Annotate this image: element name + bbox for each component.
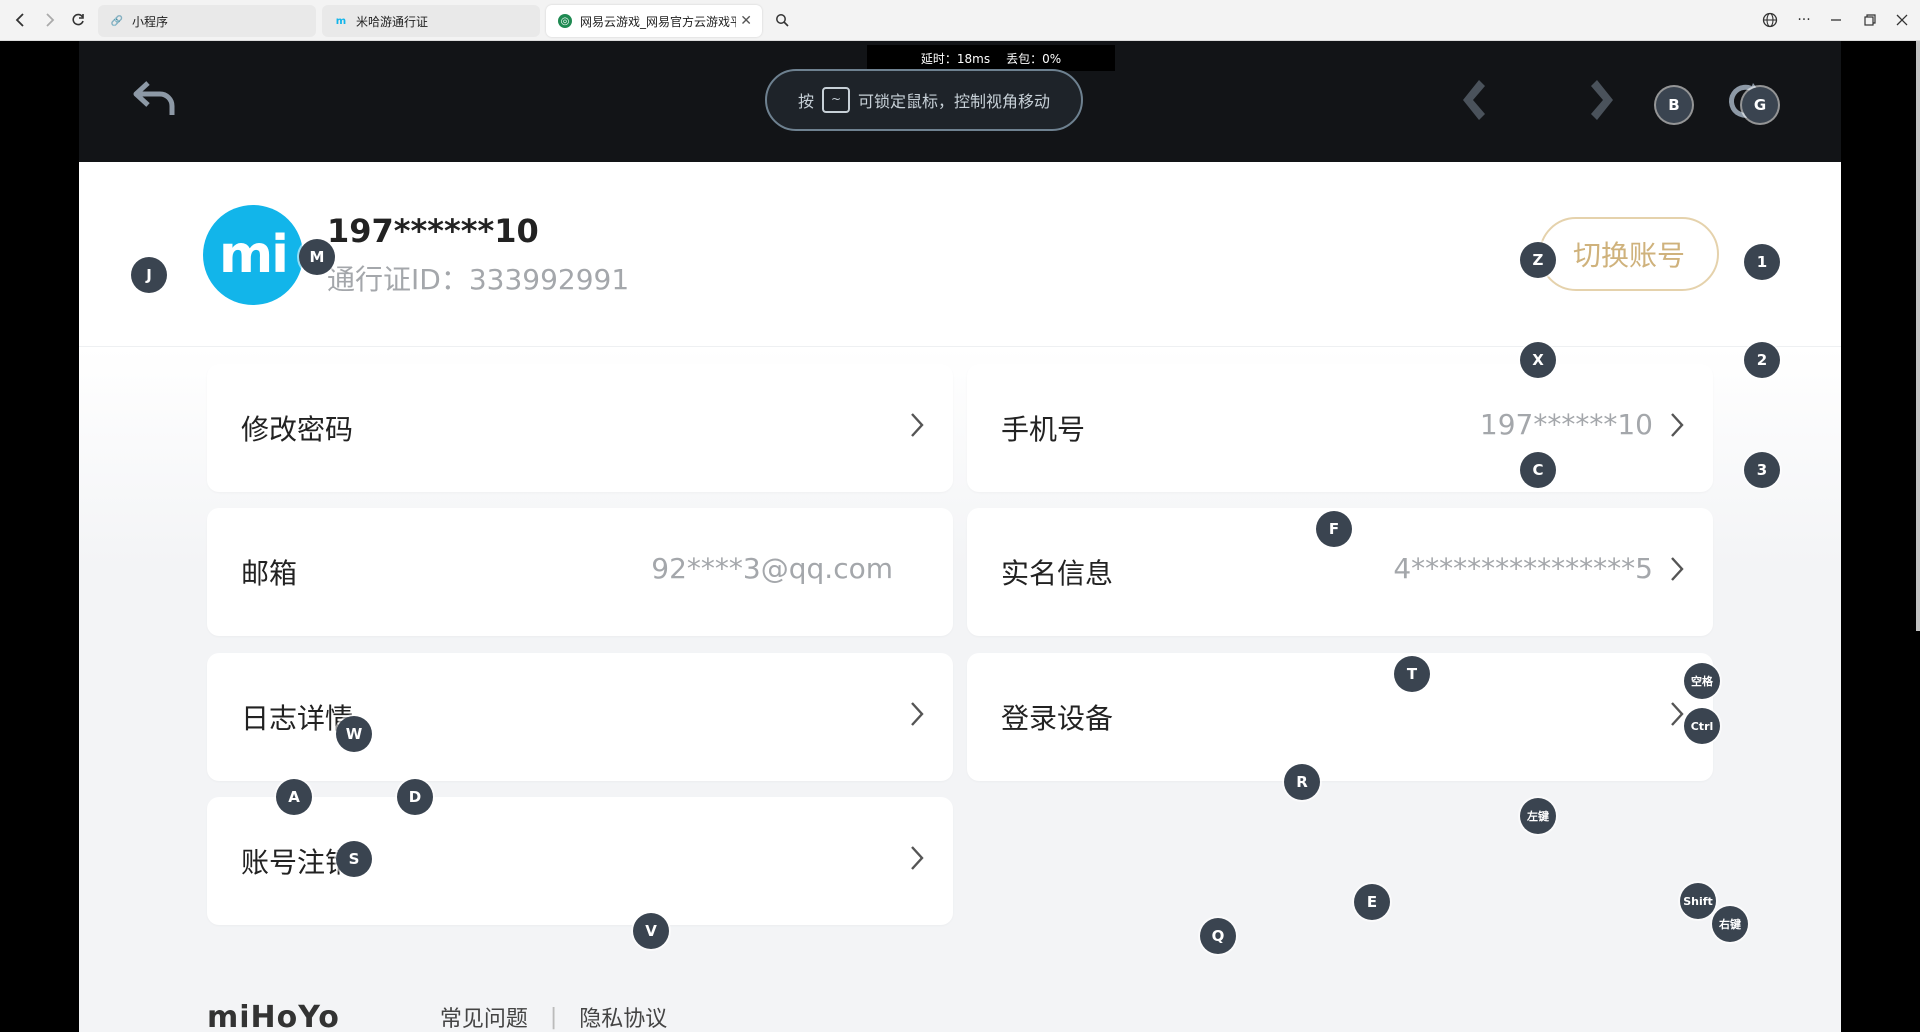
chevron-right-icon — [909, 699, 925, 729]
key-bubble-j[interactable]: J — [131, 257, 167, 293]
packet-loss-label: 丢包：0% — [1006, 51, 1062, 66]
close-tab-icon[interactable]: ✕ — [740, 13, 752, 29]
network-stats: 延时：18ms 丢包：0% — [867, 45, 1115, 71]
key-bubble-1[interactable]: 1 — [1744, 244, 1780, 280]
card-label: 实名信息 — [1001, 557, 1114, 590]
key-bubble-space[interactable]: 空格 — [1684, 663, 1720, 699]
card-value: 197******10 — [1479, 408, 1653, 441]
settings-list: 修改密码 手机号 197******10 邮箱 92****3@qq.com 实… — [79, 347, 1841, 1032]
minimize-icon[interactable] — [1822, 8, 1850, 32]
key-bubble-shift[interactable]: Shift — [1680, 883, 1716, 919]
email-card[interactable]: 邮箱 92****3@qq.com — [207, 508, 953, 636]
refresh-icon[interactable] — [66, 8, 90, 32]
page-scrollbar[interactable] — [1916, 41, 1920, 631]
chevron-right-icon — [909, 843, 925, 873]
back-icon[interactable] — [8, 8, 32, 32]
key-bubble-3[interactable]: 3 — [1744, 452, 1780, 488]
tab-label: 小程序 — [132, 14, 169, 29]
phone-card[interactable]: 手机号 197******10 — [967, 364, 1713, 492]
key-bubble-a[interactable]: A — [276, 779, 312, 815]
latency-label: 延时：18ms — [920, 51, 991, 66]
card-value: 4****************5 — [1393, 552, 1653, 585]
key-bubble-b[interactable]: B — [1656, 87, 1692, 123]
delete-account-card[interactable]: 账号注销 — [207, 797, 953, 925]
return-icon[interactable] — [131, 77, 179, 121]
key-bubble-left-click[interactable]: 左键 — [1520, 798, 1556, 834]
chevron-right-icon — [1669, 410, 1685, 440]
cloud-game-stage: 延时：18ms 丢包：0% 按 ~ 可锁定鼠标，控制视角移动 mi 197***… — [0, 41, 1920, 1032]
hint-text: 可锁定鼠标，控制视角移动 — [858, 92, 1051, 111]
avatar: mi — [203, 205, 303, 305]
card-value: 92****3@qq.com — [651, 552, 893, 585]
login-devices-card[interactable]: 登录设备 — [967, 653, 1713, 781]
account-header: mi 197******10 通行证ID：333992991 切换账号 — [79, 162, 1841, 347]
tab-mihoyo-passport[interactable]: m 米哈游通行证 — [322, 5, 540, 37]
key-bubble-q[interactable]: Q — [1200, 918, 1236, 954]
card-label: 邮箱 — [241, 557, 298, 590]
netease-cloud-icon: ◎ — [558, 14, 572, 28]
faq-link[interactable]: 常见问题 — [440, 1001, 528, 1032]
tab-label: 网易云游戏_网易官方云游戏平 — [580, 14, 736, 29]
key-bubble-r[interactable]: R — [1284, 764, 1320, 800]
link-icon: 🔗 — [110, 15, 124, 27]
key-bubble-m[interactable]: M — [299, 239, 335, 275]
tab-netease-cloud-game[interactable]: ◎ 网易云游戏_网易官方云游戏平 ✕ — [546, 5, 762, 37]
key-bubble-t[interactable]: T — [1394, 656, 1430, 692]
key-bubble-d[interactable]: D — [397, 779, 433, 815]
key-bubble-z[interactable]: Z — [1520, 242, 1556, 278]
pass-id: 通行证ID：333992991 — [327, 263, 630, 296]
globe-icon[interactable] — [1756, 8, 1784, 32]
tab-mini-program[interactable]: 🔗 小程序 — [98, 5, 316, 37]
key-bubble-right-click[interactable]: 右键 — [1712, 906, 1748, 942]
tilde-key-icon: ~ — [822, 87, 850, 113]
privacy-link[interactable]: 隐私协议 — [579, 1001, 667, 1032]
key-bubble-f[interactable]: F — [1316, 511, 1352, 547]
game-viewport[interactable]: 延时：18ms 丢包：0% 按 ~ 可锁定鼠标，控制视角移动 mi 197***… — [79, 41, 1841, 1032]
prev-diamond-icon[interactable] — [1455, 77, 1495, 123]
key-bubble-x[interactable]: X — [1520, 342, 1556, 378]
key-bubble-v[interactable]: V — [633, 913, 669, 949]
switch-account-button[interactable]: 切换账号 — [1539, 217, 1719, 291]
next-diamond-icon[interactable] — [1581, 77, 1621, 123]
cloud-game-toolbar: 延时：18ms 丢包：0% 按 ~ 可锁定鼠标，控制视角移动 — [79, 41, 1841, 162]
card-label: 手机号 — [1001, 413, 1086, 446]
mouse-lock-hint: 按 ~ 可锁定鼠标，控制视角移动 — [765, 69, 1083, 131]
hint-prefix: 按 — [797, 92, 814, 111]
restore-icon[interactable] — [1856, 8, 1884, 32]
key-bubble-w[interactable]: W — [336, 716, 372, 752]
mihoyo-icon: m — [335, 15, 347, 27]
footer: miHoYo 常见问题 | 隐私协议 — [207, 997, 667, 1032]
key-bubble-2[interactable]: 2 — [1744, 342, 1780, 378]
account-name: 197******10 — [327, 212, 539, 250]
chevron-right-icon — [909, 410, 925, 440]
search-icon[interactable] — [770, 8, 794, 32]
browser-toolbar: 🔗 小程序 m 米哈游通行证 ◎ 网易云游戏_网易官方云游戏平 ✕ ··· — [0, 0, 1920, 41]
key-bubble-ctrl[interactable]: Ctrl — [1684, 708, 1720, 744]
more-icon[interactable]: ··· — [1790, 8, 1818, 32]
card-label: 修改密码 — [241, 413, 354, 446]
close-window-icon[interactable] — [1888, 8, 1916, 32]
card-label: 登录设备 — [1001, 702, 1114, 735]
mihoyo-logo: miHoYo — [207, 999, 340, 1032]
change-password-card[interactable]: 修改密码 — [207, 364, 953, 492]
key-bubble-c[interactable]: C — [1520, 452, 1556, 488]
tab-label: 米哈游通行证 — [356, 14, 429, 29]
log-details-card[interactable]: 日志详情 — [207, 653, 953, 781]
forward-icon[interactable] — [38, 8, 62, 32]
chevron-right-icon — [1669, 554, 1685, 584]
key-bubble-s[interactable]: S — [336, 841, 372, 877]
key-bubble-e[interactable]: E — [1354, 884, 1390, 920]
key-bubble-g[interactable]: G — [1742, 87, 1778, 123]
chevron-right-icon — [1669, 699, 1685, 729]
footer-divider: | — [549, 1004, 558, 1030]
